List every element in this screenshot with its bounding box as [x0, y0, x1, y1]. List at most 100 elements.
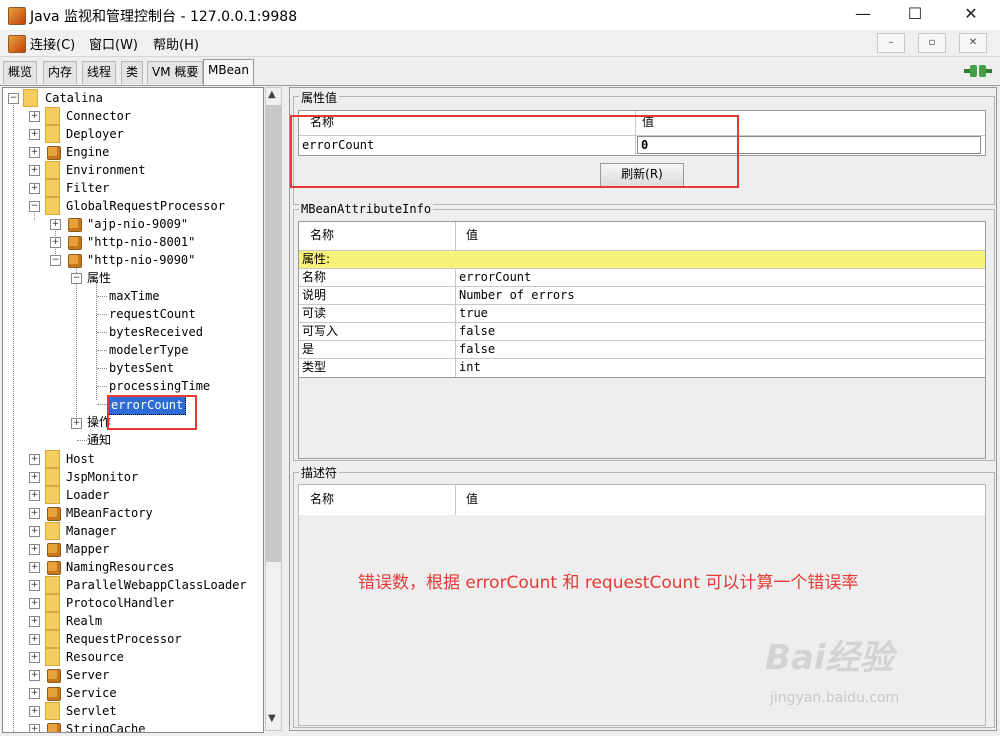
- tree-node-globalrequestprocessor[interactable]: GlobalRequestProcessor: [66, 197, 225, 215]
- tree-node-http-nio-9090[interactable]: "http-nio-9090": [87, 251, 195, 269]
- expand-icon[interactable]: +: [29, 129, 40, 140]
- tree-node-mbeanfactory[interactable]: MBeanFactory: [66, 504, 153, 522]
- tree-node-filter[interactable]: Filter: [66, 179, 109, 197]
- tab-vm-summary[interactable]: VM 概要: [147, 61, 204, 84]
- tab-threads[interactable]: 线程: [82, 61, 117, 84]
- mbean-icon: [47, 543, 61, 557]
- expand-icon[interactable]: +: [29, 562, 40, 573]
- folder-icon: [45, 486, 60, 504]
- column-header-name: 名称: [310, 228, 335, 242]
- mbean-icon: [47, 669, 61, 683]
- expand-icon[interactable]: +: [29, 670, 40, 681]
- tree-node-protocolhandler[interactable]: ProtocolHandler: [66, 594, 174, 612]
- tree-node-stringcache[interactable]: StringCache: [66, 720, 145, 732]
- expand-icon[interactable]: +: [29, 147, 40, 158]
- folder-icon: [45, 576, 60, 594]
- menu-help[interactable]: 帮助(H): [153, 34, 199, 53]
- expand-icon[interactable]: +: [29, 688, 40, 699]
- tree-leaf-processingtime[interactable]: processingTime: [109, 377, 210, 395]
- folder-icon: [45, 468, 60, 486]
- mbean-icon: [47, 561, 61, 575]
- info-value: true: [459, 306, 488, 320]
- tree-leaf-maxtime[interactable]: maxTime: [109, 287, 160, 305]
- tree-leaf-bytesreceived[interactable]: bytesReceived: [109, 323, 203, 341]
- menu-window[interactable]: 窗口(W): [89, 34, 138, 53]
- tree-leaf-requestcount[interactable]: requestCount: [109, 305, 196, 323]
- window-title: Java 监视和管理控制台 - 127.0.0.1:9988: [30, 9, 298, 25]
- tree-node-server[interactable]: Server: [66, 666, 109, 684]
- expand-icon[interactable]: +: [29, 111, 40, 122]
- inner-restore-button[interactable]: ▫: [918, 33, 946, 53]
- expand-icon[interactable]: +: [50, 237, 61, 248]
- expand-icon[interactable]: +: [29, 183, 40, 194]
- folder-icon: [45, 630, 60, 648]
- expand-icon[interactable]: +: [71, 418, 82, 429]
- tree-node-connector[interactable]: Connector: [66, 107, 131, 125]
- scroll-up-icon[interactable]: ▲: [268, 89, 276, 100]
- tree-node-service[interactable]: Service: [66, 684, 117, 702]
- tab-memory[interactable]: 内存: [43, 61, 78, 84]
- close-button[interactable]: ✕: [948, 0, 994, 30]
- tree-node-manager[interactable]: Manager: [66, 522, 117, 540]
- folder-icon: [45, 648, 60, 666]
- inner-close-button[interactable]: ✕: [959, 33, 987, 53]
- expand-icon[interactable]: +: [29, 652, 40, 663]
- collapse-icon[interactable]: −: [71, 273, 82, 284]
- info-value: false: [459, 342, 496, 356]
- tab-overview[interactable]: 概览: [3, 61, 38, 84]
- menu-connection[interactable]: 连接(C): [30, 34, 75, 53]
- expand-icon[interactable]: +: [29, 706, 40, 717]
- attr-value-group-title: 属性值: [299, 89, 340, 106]
- expand-icon[interactable]: +: [29, 598, 40, 609]
- scroll-down-icon[interactable]: ▼: [268, 713, 276, 724]
- tree-node-notifications[interactable]: 通知: [87, 431, 111, 449]
- tree-node-deployer[interactable]: Deployer: [66, 125, 124, 143]
- highlight-box-errorcount: [107, 395, 197, 430]
- tree-node-engine[interactable]: Engine: [66, 143, 109, 161]
- expand-icon[interactable]: +: [50, 219, 61, 230]
- tree-node-requestprocessor[interactable]: RequestProcessor: [66, 630, 182, 648]
- folder-icon: [45, 612, 60, 630]
- tree-leaf-modelertype[interactable]: modelerType: [109, 341, 188, 359]
- tree-node-catalina[interactable]: Catalina: [45, 89, 103, 107]
- tree-node-realm[interactable]: Realm: [66, 612, 102, 630]
- tree-scrollbar-thumb[interactable]: [266, 105, 281, 562]
- tree-node-servlet[interactable]: Servlet: [66, 702, 117, 720]
- tree-node-namingresources[interactable]: NamingResources: [66, 558, 174, 576]
- expand-icon[interactable]: +: [29, 580, 40, 591]
- collapse-icon[interactable]: −: [50, 255, 61, 266]
- tree-node-parallelwebappclassloader[interactable]: ParallelWebappClassLoader: [66, 576, 247, 594]
- tree-node-ajp-nio-9009[interactable]: "ajp-nio-9009": [87, 215, 188, 233]
- minimize-button[interactable]: —: [840, 0, 886, 30]
- column-header-value: 值: [466, 492, 479, 506]
- collapse-icon[interactable]: −: [29, 201, 40, 212]
- folder-icon: [45, 450, 60, 468]
- tab-mbean[interactable]: MBean: [203, 59, 254, 85]
- folder-icon: [45, 107, 60, 125]
- tree-node-loader[interactable]: Loader: [66, 486, 109, 504]
- descriptor-group-title: 描述符: [299, 464, 340, 481]
- tree-leaf-bytessent[interactable]: bytesSent: [109, 359, 174, 377]
- expand-icon[interactable]: +: [29, 490, 40, 501]
- tree-node-resource[interactable]: Resource: [66, 648, 124, 666]
- connection-plug-icon: [964, 65, 992, 77]
- collapse-icon[interactable]: −: [8, 93, 19, 104]
- tree-node-attributes[interactable]: 属性: [87, 269, 111, 287]
- maximize-button[interactable]: ☐: [892, 0, 938, 30]
- expand-icon[interactable]: +: [29, 165, 40, 176]
- inner-minimize-button[interactable]: –: [877, 33, 905, 53]
- tree-node-environment[interactable]: Environment: [66, 161, 145, 179]
- expand-icon[interactable]: +: [29, 724, 40, 732]
- expand-icon[interactable]: +: [29, 634, 40, 645]
- tab-classes[interactable]: 类: [121, 61, 144, 84]
- expand-icon[interactable]: +: [29, 526, 40, 537]
- expand-icon[interactable]: +: [29, 508, 40, 519]
- expand-icon[interactable]: +: [29, 454, 40, 465]
- expand-icon[interactable]: +: [29, 616, 40, 627]
- expand-icon[interactable]: +: [29, 544, 40, 555]
- tree-node-mapper[interactable]: Mapper: [66, 540, 109, 558]
- tree-node-host[interactable]: Host: [66, 450, 95, 468]
- tree-node-http-nio-8001[interactable]: "http-nio-8001": [87, 233, 195, 251]
- tree-node-jspmonitor[interactable]: JspMonitor: [66, 468, 138, 486]
- expand-icon[interactable]: +: [29, 472, 40, 483]
